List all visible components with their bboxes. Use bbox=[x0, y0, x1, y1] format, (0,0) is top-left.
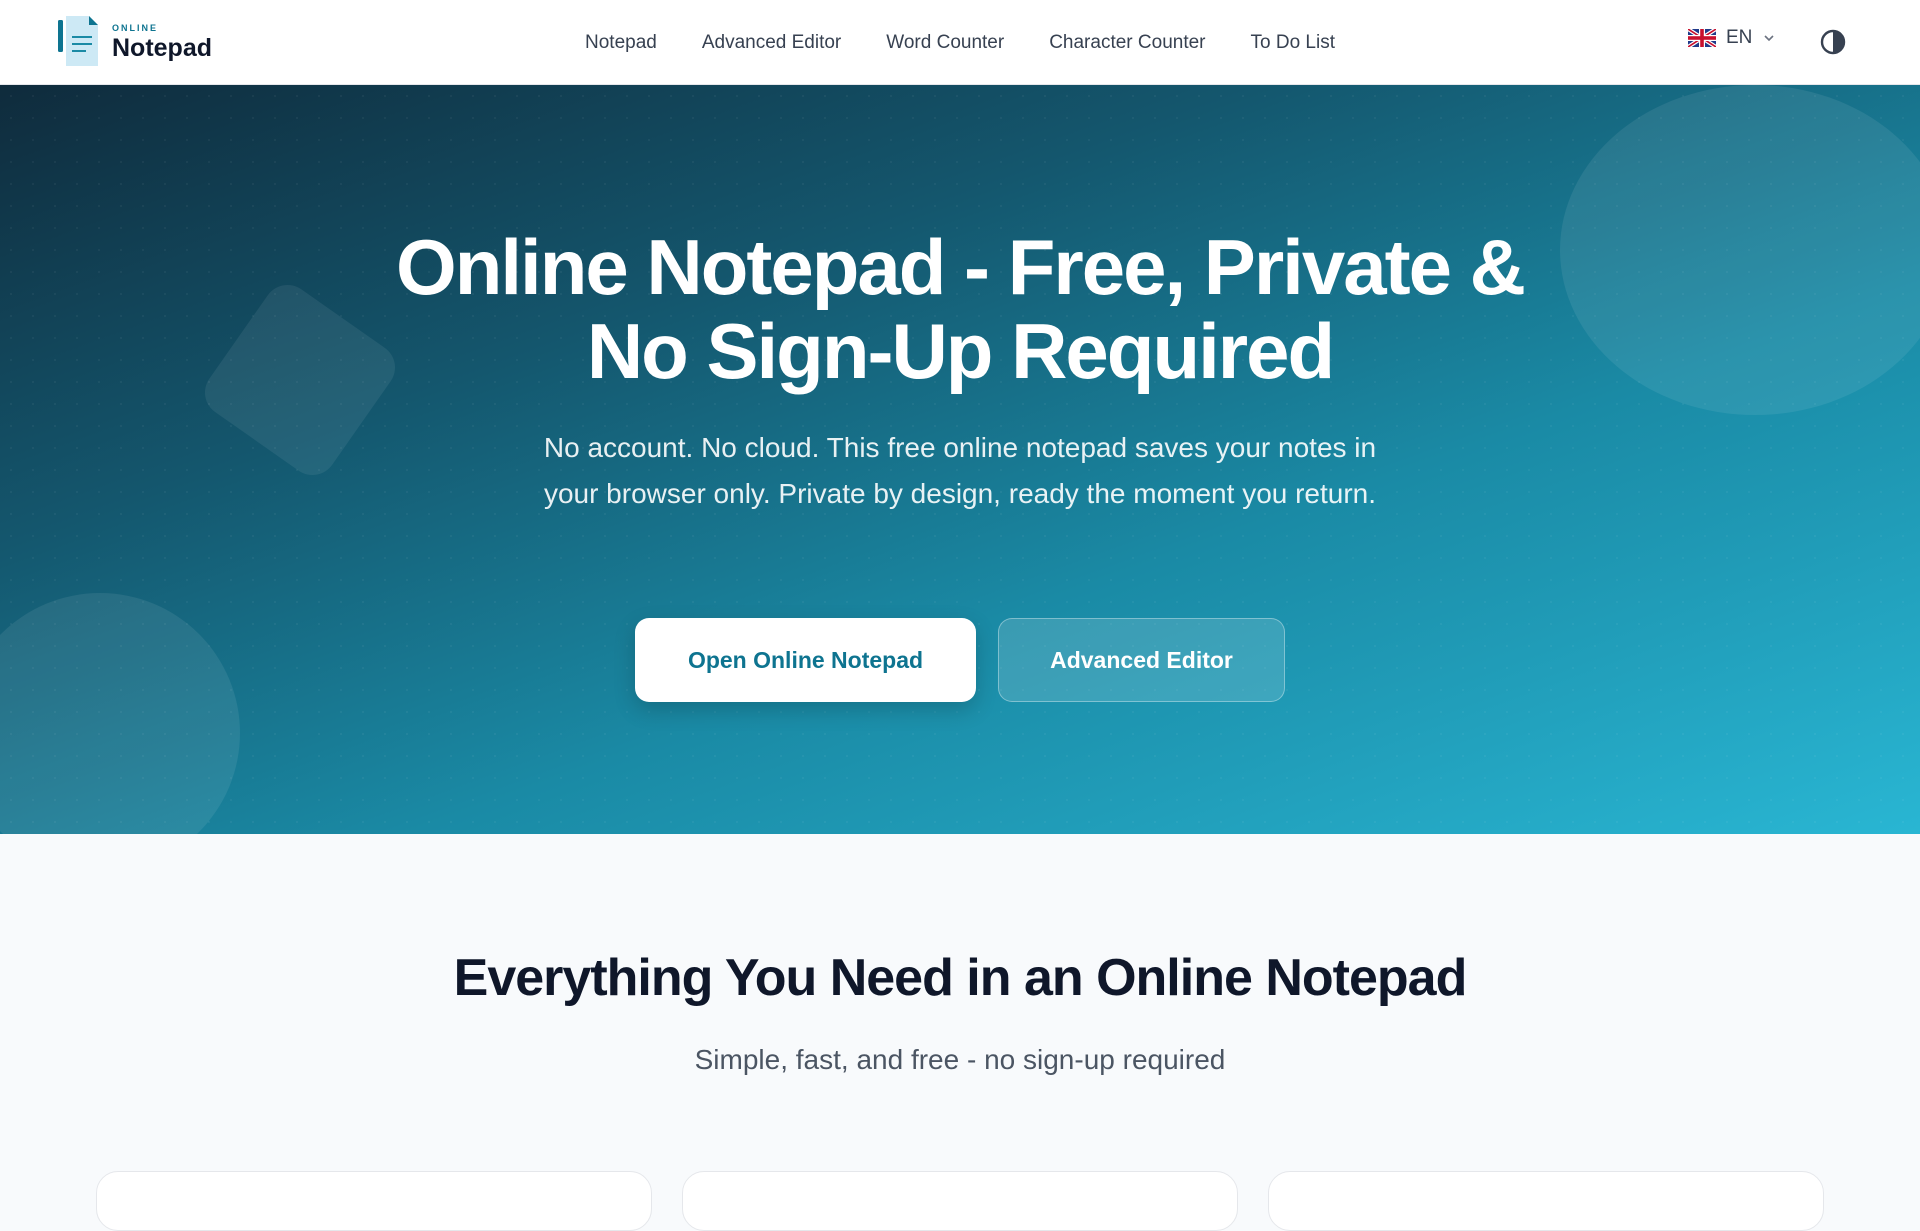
feature-card bbox=[1268, 1171, 1824, 1231]
logo[interactable]: ONLINE Notepad bbox=[58, 16, 212, 68]
chevron-down-icon bbox=[1764, 35, 1774, 42]
main-nav: Notepad Advanced Editor Word Counter Cha… bbox=[0, 0, 1920, 85]
advanced-editor-button[interactable]: Advanced Editor bbox=[998, 618, 1285, 702]
nav-item-notepad[interactable]: Notepad bbox=[585, 32, 657, 54]
site-header: ONLINE Notepad Notepad Advanced Editor W… bbox=[0, 0, 1920, 85]
nav-item-advanced-editor[interactable]: Advanced Editor bbox=[702, 32, 841, 54]
notepad-logo-icon bbox=[58, 16, 98, 66]
feature-card bbox=[96, 1171, 652, 1231]
hero-title: Online Notepad - Free, Private & No Sign… bbox=[396, 223, 1526, 395]
nav-item-word-counter[interactable]: Word Counter bbox=[886, 32, 1004, 54]
hero-section: Online Notepad - Free, Private & No Sign… bbox=[0, 85, 1920, 834]
nav-item-to-do-list[interactable]: To Do List bbox=[1251, 32, 1335, 54]
features-title: Everything You Need in an Online Notepad bbox=[453, 949, 1468, 1007]
language-code: EN bbox=[1726, 27, 1753, 48]
open-online-notepad-button[interactable]: Open Online Notepad bbox=[635, 618, 976, 702]
feature-card bbox=[682, 1171, 1238, 1231]
nav-item-character-counter[interactable]: Character Counter bbox=[1049, 32, 1205, 54]
contrast-icon[interactable] bbox=[1820, 29, 1846, 55]
logo-name: Notepad bbox=[112, 33, 212, 62]
hero-subtitle: No account. No cloud. This free online n… bbox=[543, 432, 1377, 509]
uk-flag-icon bbox=[1688, 29, 1716, 47]
logo-tagline: ONLINE bbox=[112, 22, 159, 33]
features-subtitle: Simple, fast, and free - no sign-up requ… bbox=[694, 1044, 1226, 1075]
language-selector[interactable]: EN bbox=[1688, 27, 1776, 49]
